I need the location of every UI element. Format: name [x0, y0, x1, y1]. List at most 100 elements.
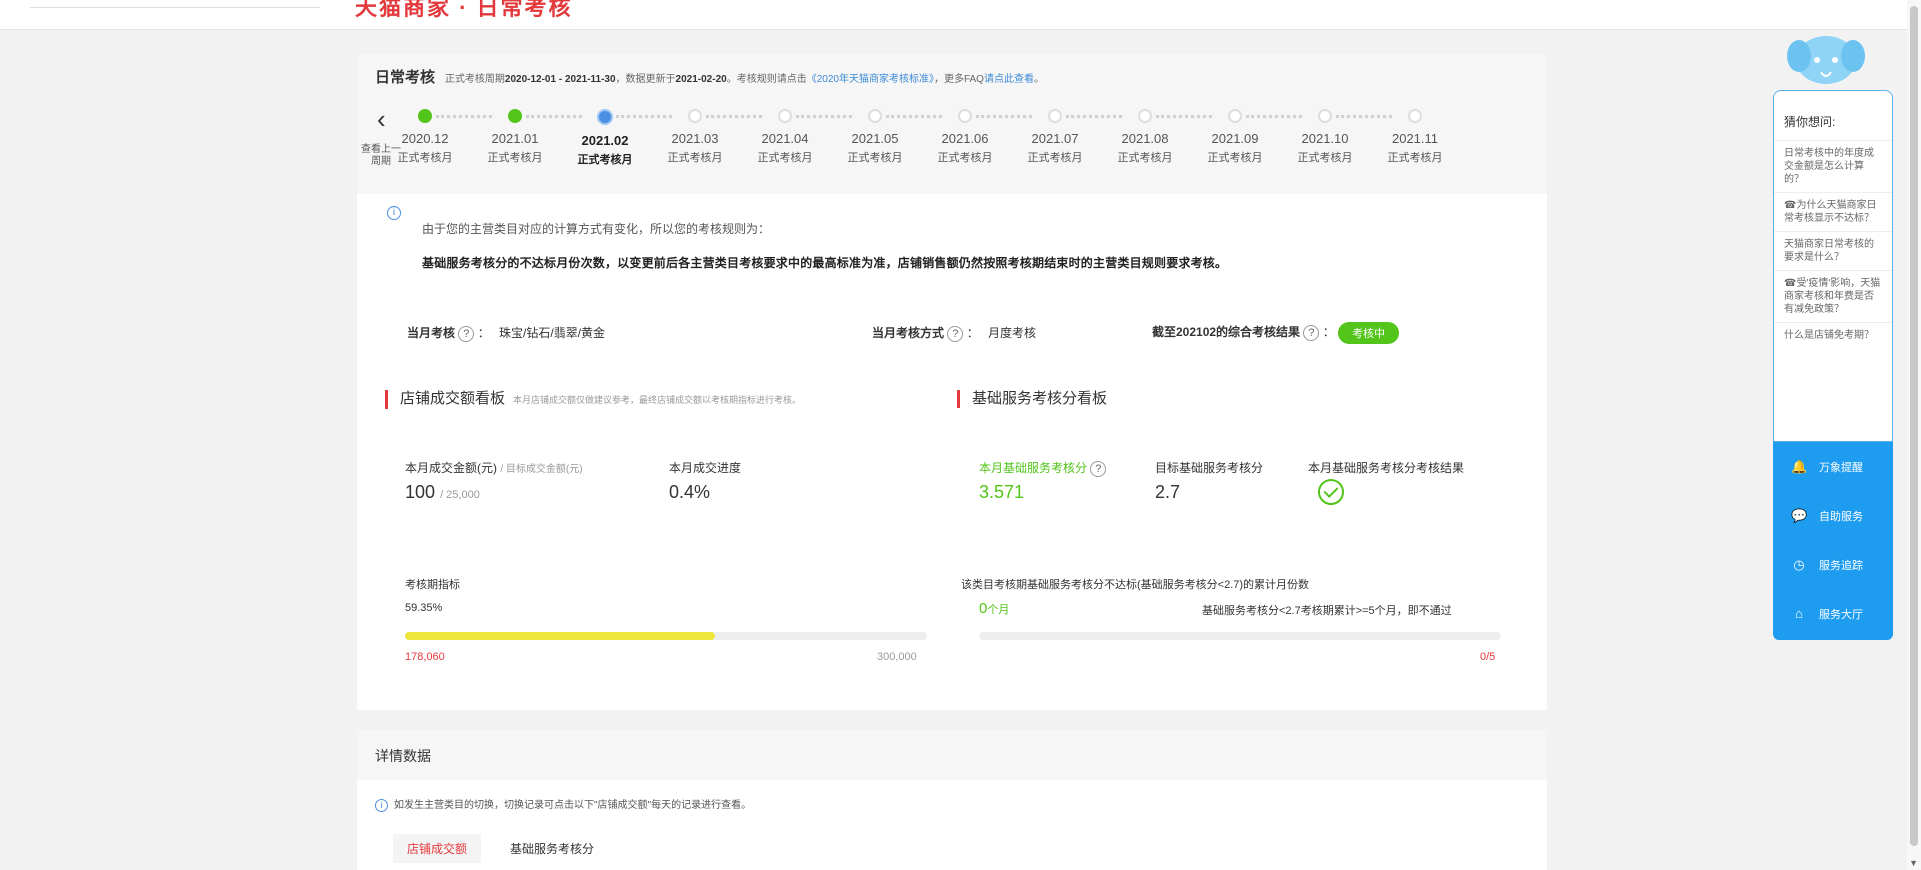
month-label: 2021.01: [491, 131, 539, 146]
month-label: 2021.04: [761, 131, 809, 146]
month-status-dot: [1048, 109, 1062, 123]
brand-title: 天猫商家 · 日常考核: [355, 0, 573, 20]
service-button-bell[interactable]: 🔔 万象提醒: [1773, 442, 1893, 491]
service-score-label-text: 本月基础服务考核分: [979, 461, 1088, 475]
amount-number: 100: [405, 482, 436, 502]
rule-prefix: 。考核规则请点击: [726, 74, 807, 85]
service-button-label: 万象提醒: [1819, 462, 1863, 474]
month-label: 2021.05: [851, 131, 899, 146]
help-icon[interactable]: ?: [947, 325, 964, 342]
month-status: 正式考核月: [1387, 152, 1443, 164]
period-metric-label: 考核期指标: [405, 579, 460, 591]
chat-icon: 💬: [1791, 508, 1808, 523]
amount-label-text: 本月成交金额(元): [405, 461, 497, 475]
month-timeline: 2020.12 正式考核月 2021.01 正式考核月 2021.02 正式考核月 2021…: [398, 109, 1502, 189]
faq-question[interactable]: 什么是店铺免考期？: [1774, 322, 1892, 348]
target-score-value: 2.7: [1155, 482, 1181, 502]
period-current-value: 178,060: [405, 651, 445, 663]
progress-value: 0.4%: [669, 482, 711, 502]
period-range: 2020-12-01 - 2021-11-30: [504, 74, 616, 85]
tab-sales[interactable]: 店铺成交额: [393, 834, 482, 863]
category-value: 珠宝/钻石/翡翠/黄金: [499, 326, 606, 340]
service-board-title: 基础服务考核分看板: [957, 390, 1107, 408]
month-status-dot: [1228, 109, 1242, 123]
method-summary: 当月考核方式 ? ： 月度考核: [872, 325, 1037, 342]
help-icon[interactable]: ?: [1090, 460, 1107, 477]
month-label: 2021.11: [1391, 131, 1439, 146]
month-status: 正式考核月: [577, 154, 633, 166]
month-item-2021-11[interactable]: 2021.11 正式考核月: [1370, 109, 1460, 165]
service-button-label: 服务大厅: [1819, 609, 1863, 621]
faq-panel: 猜你想问: 日常考核中的年度成交金额是怎么计算的？ ☎为什么天猫商家日常考核显示不…: [1773, 90, 1893, 442]
category-summary: 当月考核 ? ： 珠宝/钻石/翡翠/黄金: [407, 325, 606, 342]
notice-line-1: 由于您的主营类目对应的计算方式有变化，所以您的考核规则为：: [422, 222, 771, 236]
faq-prefix: ，更多FAQ: [933, 74, 984, 85]
faq-question[interactable]: ☎受'疫情'影响，天猫商家考核和年费是否有减免政策？: [1774, 270, 1892, 322]
month-status-dot: [1138, 109, 1152, 123]
fail-ratio: 0/5: [1480, 651, 1496, 663]
month-status-dot: [418, 109, 432, 123]
amount-label: 本月成交金额(元) / 目标成交金额(元): [405, 459, 583, 476]
service-score-value: 3.571: [979, 482, 1025, 502]
helper-widget: 猜你想问: 日常考核中的年度成交金额是怎么计算的？ ☎为什么天猫商家日常考核显示不…: [1773, 36, 1893, 640]
category-label: 当月考核: [407, 326, 456, 340]
period-percent: 59.35%: [405, 602, 443, 614]
month-status: 正式考核月: [1297, 152, 1353, 164]
scrollbar-thumb[interactable]: [1910, 6, 1918, 846]
month-status: 正式考核月: [397, 152, 453, 164]
notice-line-2: 基础服务考核分的不达标月份次数，以变更前后各主营类目考核要求中的最高标准为准，店…: [422, 256, 1228, 270]
month-status: 正式考核月: [1207, 152, 1263, 164]
top-left-box: [30, 0, 320, 8]
rule-link[interactable]: 《2020年天猫商家考核标准》: [807, 74, 934, 85]
month-label: 2021.09: [1211, 131, 1259, 146]
scroll-down-icon[interactable]: ▼: [1909, 858, 1918, 868]
fail-months-label: 该类目考核期基础服务考核分不达标(基础服务考核分<2.7)的累计月份数: [961, 579, 1310, 591]
elephant-mascot-icon[interactable]: [1787, 26, 1865, 90]
method-value: 月度考核: [988, 326, 1037, 340]
info-icon: i: [387, 206, 401, 220]
details-info: i 如发生主营类目的切换，切换记录可点击以下"店铺成交额"每天的记录进行查看。: [375, 796, 751, 812]
service-button-home[interactable]: ⌂ 服务大厅: [1773, 589, 1893, 638]
service-button-group: 🔔 万象提醒 💬 自助服务 ◷ 服务追踪 ⌂ 服务大厅: [1773, 442, 1893, 640]
help-icon[interactable]: ?: [458, 325, 475, 342]
details-title: 详情数据: [375, 748, 431, 764]
details-info-text: 如发生主营类目的切换，切换记录可点击以下"店铺成交额"每天的记录进行查看。: [394, 800, 752, 811]
daily-assessment-card: 日常考核 正式考核周期2020-12-01 - 2021-11-30，数据更新于…: [357, 54, 1547, 710]
month-label: 2021.10: [1301, 131, 1349, 146]
scrollbar[interactable]: ▼: [1907, 0, 1921, 870]
faq-link[interactable]: 请点此查看: [984, 74, 1034, 85]
check-circle-icon: [1318, 479, 1344, 505]
progress-label: 本月成交进度: [669, 461, 742, 475]
details-card: 详情数据 i 如发生主营类目的切换，切换记录可点击以下"店铺成交额"每天的记录进行…: [357, 730, 1547, 870]
month-status-dot: [597, 109, 613, 125]
tab-service-score[interactable]: 基础服务考核分: [496, 834, 608, 863]
clock-icon: ◷: [1793, 557, 1805, 572]
month-label: 2021.06: [941, 131, 989, 146]
updated-prefix: ，数据更新于: [615, 74, 676, 85]
home-icon: ⌂: [1795, 606, 1803, 621]
result-label: 截至202102的综合考核结果: [1152, 325, 1301, 340]
details-header: [357, 730, 1547, 780]
fail-unit: 个月: [987, 604, 1010, 616]
month-status: 正式考核月: [757, 152, 813, 164]
month-label: 2021.02: [581, 133, 629, 148]
faq-question[interactable]: 天猫商家日常考核的要求是什么？: [1774, 231, 1892, 270]
fail-rule-text: 基础服务考核分<2.7考核期累计>=5个月，即不通过: [1202, 605, 1452, 617]
month-status-dot: [1318, 109, 1332, 123]
month-status: 正式考核月: [937, 152, 993, 164]
month-label: 2021.08: [1121, 131, 1169, 146]
sales-board-title: 店铺成交额看板 本月店铺成交额仅做建议参考，最终店铺成交额以考核期指标进行考核。: [385, 390, 801, 409]
month-status: 正式考核月: [1117, 152, 1173, 164]
sales-board-subtitle: 本月店铺成交额仅做建议参考，最终店铺成交额以考核期指标进行考核。: [513, 395, 802, 405]
month-status-dot: [868, 109, 882, 123]
service-button-chat[interactable]: 💬 自助服务: [1773, 491, 1893, 540]
status-badge: 考核中: [1338, 322, 1400, 344]
period-progress-fill: [405, 632, 715, 640]
faq-question[interactable]: ☎为什么天猫商家日常考核显示不达标？: [1774, 192, 1892, 231]
service-button-clock[interactable]: ◷ 服务追踪: [1773, 540, 1893, 589]
faq-question[interactable]: 日常考核中的年度成交金额是怎么计算的？: [1774, 140, 1892, 192]
month-status: 正式考核月: [847, 152, 903, 164]
help-icon[interactable]: ?: [1303, 325, 1320, 341]
month-label: 2021.07: [1031, 131, 1079, 146]
score-result-label: 本月基础服务考核分考核结果: [1308, 461, 1465, 475]
